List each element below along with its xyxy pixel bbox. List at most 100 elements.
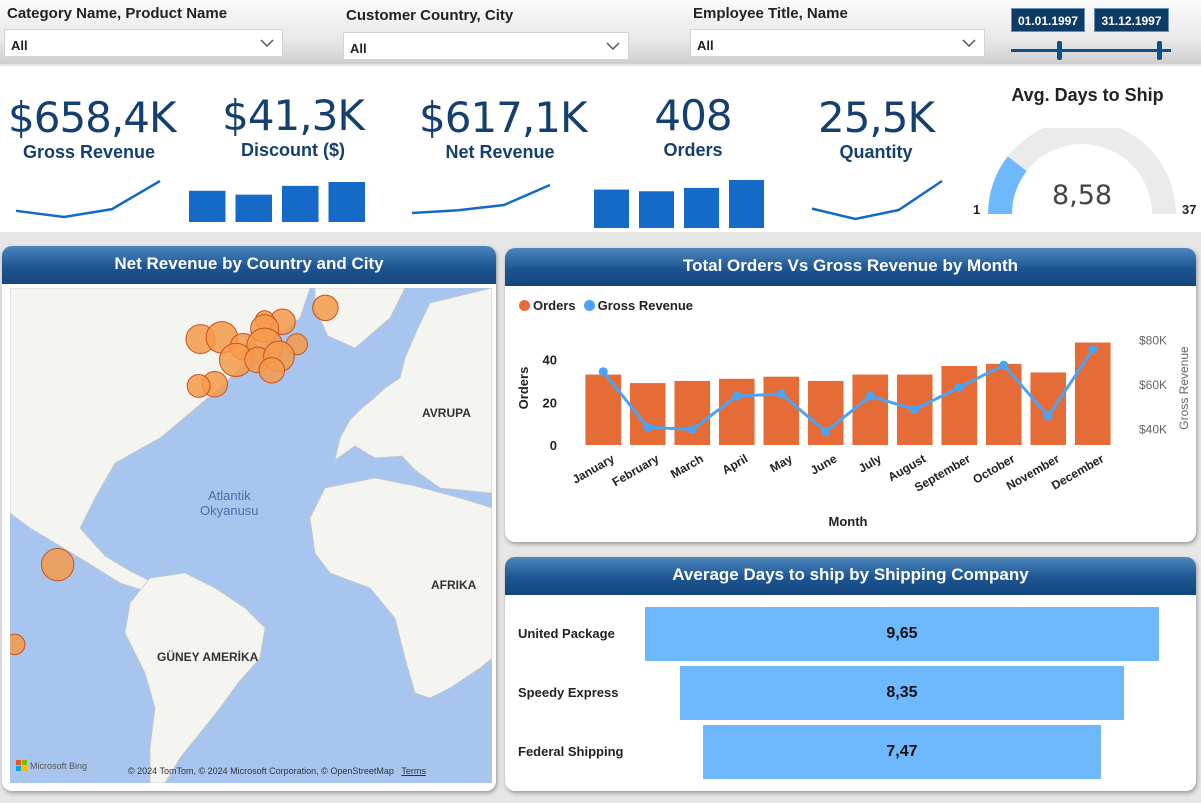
shipping-panel-title: Average Days to ship by Shipping Company bbox=[505, 557, 1196, 595]
kpi-value: $658,4K bbox=[8, 93, 177, 142]
ship-company-label: Speedy Express bbox=[518, 685, 619, 700]
orders-bar bbox=[1030, 372, 1067, 445]
category-slicer-label: Category Name, Product Name bbox=[7, 5, 228, 22]
sparkline-bar bbox=[189, 190, 226, 222]
map-bubble[interactable] bbox=[10, 633, 26, 656]
kpi-value: 408 bbox=[654, 91, 732, 140]
y-tick-label: 20 bbox=[543, 395, 557, 410]
net-revenue-sparkline bbox=[411, 183, 551, 215]
date-start-input[interactable]: 01.01.1997 bbox=[1011, 8, 1085, 32]
revenue-point bbox=[643, 422, 653, 432]
x-tick-label: March bbox=[668, 451, 706, 481]
map-panel-title: Net Revenue by Country and City bbox=[2, 246, 496, 284]
terms-link[interactable]: Terms bbox=[401, 766, 426, 776]
kpi-net-revenue: $617,1K Net Revenue bbox=[419, 93, 588, 163]
chevron-down-icon bbox=[606, 42, 620, 51]
chevron-down-icon bbox=[962, 39, 976, 48]
map-bubble[interactable] bbox=[40, 547, 75, 582]
sparkline-bar bbox=[282, 185, 319, 222]
microsoft-logo-icon bbox=[16, 760, 27, 771]
sparkline-line bbox=[15, 179, 161, 219]
y-tick-label: 40 bbox=[543, 353, 557, 368]
bing-logo: Microsoft Bing bbox=[16, 760, 87, 771]
bubble-map[interactable]: Atlantik Okyanusu AVRUPA AFRIKA GÜNEY AME… bbox=[10, 288, 492, 783]
date-slider-track[interactable] bbox=[1011, 49, 1171, 52]
ship-company-label: Federal Shipping bbox=[518, 744, 624, 759]
revenue-point bbox=[732, 391, 742, 401]
y2-tick-label: $40K bbox=[1139, 422, 1167, 436]
ship-bar[interactable]: 9,65 bbox=[645, 607, 1159, 661]
date-slider-start-handle[interactable] bbox=[1057, 41, 1062, 60]
kpi-label: Orders bbox=[663, 140, 723, 160]
category-dropdown-value: All bbox=[11, 38, 28, 53]
customer-slicer: Customer Country, City bbox=[346, 7, 513, 24]
employee-slicer-label: Employee Title, Name bbox=[693, 5, 848, 22]
kpi-label: Discount ($) bbox=[240, 140, 345, 160]
orders-bar bbox=[985, 363, 1022, 445]
employee-dropdown[interactable]: All bbox=[690, 29, 985, 57]
chevron-down-icon bbox=[260, 39, 274, 48]
map-attribution: © 2024 TomTom, © 2024 Microsoft Corporat… bbox=[128, 766, 426, 776]
kpi-value: $41,3K bbox=[222, 91, 365, 140]
revenue-point bbox=[865, 391, 875, 401]
x-tick-label: January bbox=[570, 451, 617, 486]
map-bubbles[interactable] bbox=[10, 288, 492, 783]
ship-company-label: United Package bbox=[518, 626, 615, 641]
y2-tick-label: $60K bbox=[1139, 378, 1167, 392]
date-end-input[interactable]: 31.12.1997 bbox=[1094, 8, 1169, 32]
sparkline-bar bbox=[594, 189, 629, 228]
sparkline-bar bbox=[328, 182, 365, 222]
date-slider-end-handle[interactable] bbox=[1157, 41, 1162, 60]
sparkline-bar bbox=[684, 187, 719, 228]
filter-bar: Category Name, Product Name All Customer… bbox=[0, 0, 1201, 64]
ship-bar[interactable]: 8,35 bbox=[679, 666, 1125, 720]
kpi-orders: 408 Orders bbox=[612, 91, 774, 161]
y-axis-title: Orders bbox=[516, 367, 531, 410]
sparkline-line bbox=[811, 179, 943, 221]
map-bubble[interactable] bbox=[312, 294, 339, 322]
combo-chart-title: Total Orders Vs Gross Revenue by Month bbox=[505, 248, 1196, 286]
orders-bar bbox=[941, 366, 978, 445]
sparkline-bar bbox=[639, 191, 674, 228]
kpi-discount: $41,3K Discount ($) bbox=[212, 91, 374, 161]
x-axis-title: Month bbox=[829, 514, 868, 529]
orders-bar bbox=[763, 376, 800, 445]
orders-bar bbox=[718, 378, 755, 445]
employee-slicer: Employee Title, Name bbox=[693, 5, 848, 22]
customer-dropdown-value: All bbox=[350, 41, 367, 56]
orders-sparkline bbox=[594, 180, 764, 228]
revenue-point bbox=[776, 389, 786, 399]
gross-revenue-sparkline bbox=[15, 179, 161, 219]
x-tick-label: June bbox=[808, 451, 840, 477]
y2-tick-label: $80K bbox=[1139, 334, 1167, 348]
kpi-label: Quantity bbox=[839, 142, 913, 162]
sparkline-bar bbox=[729, 180, 764, 228]
kpi-quantity: 25,5K Quantity bbox=[795, 93, 957, 163]
kpi-gross-revenue: $658,4K Gross Revenue bbox=[8, 93, 177, 163]
map-bubble[interactable] bbox=[186, 373, 211, 398]
x-tick-label: April bbox=[720, 451, 751, 477]
customer-dropdown[interactable]: All bbox=[343, 32, 629, 60]
kpi-value: 25,5K bbox=[817, 93, 935, 142]
kpi-label: Net Revenue bbox=[445, 142, 555, 162]
revenue-point bbox=[999, 360, 1009, 370]
category-dropdown[interactable]: All bbox=[4, 29, 283, 57]
shipping-panel: Average Days to ship by Shipping Company… bbox=[505, 557, 1196, 791]
revenue-point bbox=[821, 427, 831, 437]
attribution-text: © 2024 TomTom, © 2024 Microsoft Corporat… bbox=[128, 766, 394, 776]
orders-revenue-chart[interactable]: JanuaryFebruary March April May June July Augu… bbox=[505, 292, 1196, 542]
customer-slicer-label: Customer Country, City bbox=[346, 7, 514, 24]
bing-label: Microsoft Bing bbox=[30, 760, 88, 771]
revenue-point bbox=[687, 424, 697, 434]
revenue-point bbox=[598, 367, 608, 377]
map-bubble[interactable] bbox=[258, 357, 286, 384]
y-tick-label: 0 bbox=[550, 438, 557, 453]
kpi-value: $617,1K bbox=[419, 93, 588, 142]
revenue-point bbox=[910, 404, 920, 414]
x-tick-label: July bbox=[856, 451, 884, 475]
orders-bar bbox=[1074, 342, 1111, 445]
employee-dropdown-value: All bbox=[697, 38, 714, 53]
map-panel: Net Revenue by Country and City Atlantik… bbox=[2, 246, 496, 791]
ship-bar[interactable]: 7,47 bbox=[703, 725, 1101, 779]
category-slicer: Category Name, Product Name bbox=[7, 5, 227, 22]
